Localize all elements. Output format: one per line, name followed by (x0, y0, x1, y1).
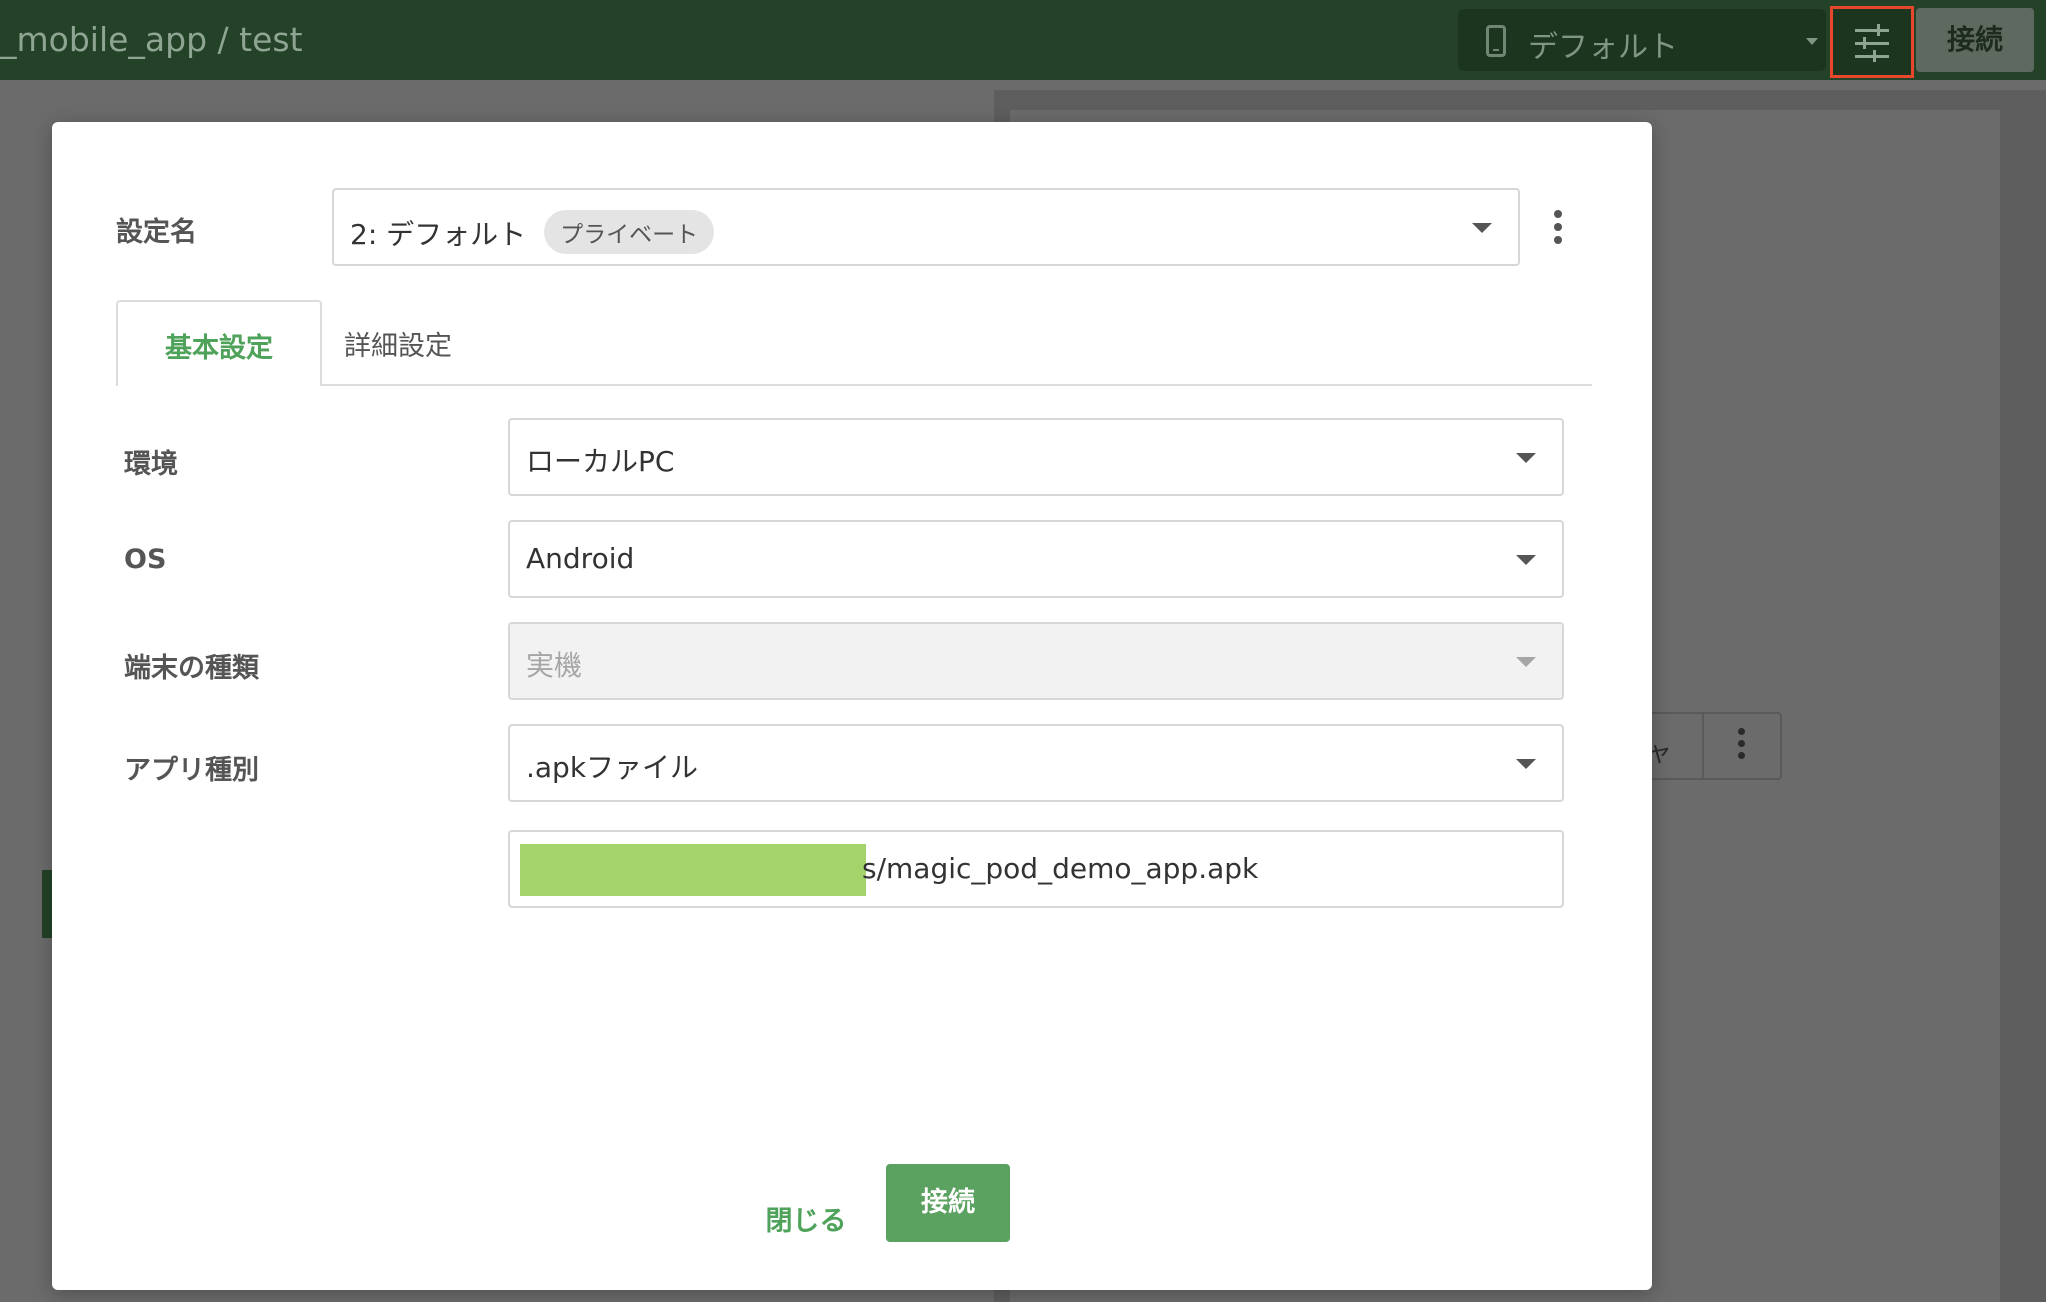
app-path-value: s/magic_pod_demo_app.apk (862, 852, 1259, 885)
tab-advanced-settings[interactable]: 詳細設定 (344, 324, 452, 363)
tabs-divider (116, 384, 1592, 386)
close-button[interactable]: 閉じる (744, 1186, 868, 1258)
os-value: Android (526, 542, 635, 575)
background-accent (42, 870, 52, 938)
chevron-down-icon (1806, 38, 1818, 45)
tab-basic-settings[interactable]: 基本設定 (116, 300, 322, 386)
os-select[interactable]: Android (508, 520, 1564, 598)
device-type-value: 実機 (526, 649, 583, 682)
device-config-label: デフォルト (1528, 30, 1678, 65)
phone-icon (1486, 25, 1506, 57)
app-path-input[interactable]: s/magic_pod_demo_app.apk (508, 830, 1564, 908)
chevron-down-icon (1516, 759, 1536, 769)
chevron-down-icon (1516, 555, 1536, 565)
device-type-label: 端末の種類 (124, 653, 259, 684)
device-type-select: 実機 (508, 622, 1564, 700)
device-config-select[interactable]: デフォルト (1458, 9, 1826, 71)
environment-value: ローカルPC (526, 445, 675, 478)
chevron-down-icon (1472, 223, 1492, 233)
config-name-select[interactable]: 2: デフォルト プライベート (332, 188, 1520, 266)
app-type-value: .apkファイル (526, 751, 699, 784)
more-vertical-icon (1738, 728, 1746, 764)
os-label: OS (124, 544, 167, 575)
config-name-label: 設定名 (116, 217, 197, 248)
connect-button[interactable]: 接続 (886, 1164, 1010, 1242)
top-bar: _mobile_app / test デフォルト 接続 (0, 0, 2046, 80)
connection-settings-modal: 設定名 2: デフォルト プライベート 基本設定 詳細設定 環境 ローカルPC O… (52, 122, 1652, 1290)
config-name-value: 2: デフォルト (350, 218, 527, 251)
redaction-block (520, 844, 866, 896)
environment-select[interactable]: ローカルPC (508, 418, 1564, 496)
chevron-down-icon (1516, 657, 1536, 667)
environment-label: 環境 (124, 449, 178, 480)
app-type-label: アプリ種別 (124, 755, 259, 786)
app-type-select[interactable]: .apkファイル (508, 724, 1564, 802)
settings-button[interactable] (1830, 6, 1914, 78)
chevron-down-icon (1516, 453, 1536, 463)
tab-label: 基本設定 (165, 333, 273, 364)
private-badge: プライベート (544, 210, 715, 254)
connect-button-top[interactable]: 接続 (1916, 8, 2034, 72)
breadcrumb[interactable]: _mobile_app / test (0, 20, 303, 59)
more-vertical-icon[interactable] (1554, 210, 1564, 249)
